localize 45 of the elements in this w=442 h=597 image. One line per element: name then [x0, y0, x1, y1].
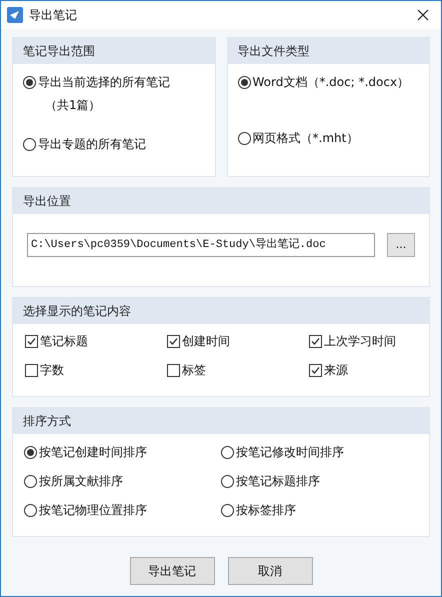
radio-button[interactable] [24, 504, 37, 516]
checkbox[interactable] [167, 334, 180, 348]
option-label: 按标签排序 [236, 502, 296, 519]
option-label: Word文档（*.doc; *.docx） [252, 74, 410, 91]
option-label: 导出专题的所有笔记 [38, 136, 146, 153]
option-label: 按笔记创建时间排序 [39, 444, 147, 461]
option-note: （共1篇） [44, 97, 102, 114]
option-label: 创建时间 [182, 333, 230, 350]
group-title: 排序方式 [23, 413, 71, 430]
option-label: 网页格式（*.mht） [252, 130, 358, 147]
radio-button[interactable] [24, 446, 37, 458]
checkbox[interactable] [25, 334, 38, 348]
option-label: 按笔记修改时间排序 [236, 444, 344, 461]
radio-button[interactable] [238, 76, 250, 88]
checkbox[interactable] [25, 364, 38, 376]
option-label: 按笔记物理位置排序 [39, 502, 147, 519]
browse-button[interactable]: ... [387, 233, 415, 257]
path-field[interactable]: C:\Users\pc0359\Documents\E-Study\导出笔记.doc [27, 233, 375, 257]
export-button[interactable]: 导出笔记 [130, 557, 214, 585]
radio-button[interactable] [23, 138, 36, 150]
option-label: 上次学习时间 [324, 333, 396, 350]
radio-button[interactable] [221, 474, 234, 488]
checkbox[interactable] [167, 364, 180, 376]
option-label: 按笔记标题排序 [236, 473, 320, 490]
option-label: 标签 [182, 362, 206, 379]
radio-button[interactable] [24, 474, 37, 488]
group-title: 笔记导出范围 [23, 43, 95, 60]
app-icon [7, 7, 23, 23]
group-title: 导出位置 [23, 193, 71, 210]
checkbox[interactable] [309, 334, 322, 348]
option-label: 按所属文献排序 [39, 473, 123, 490]
option-label: 来源 [324, 362, 348, 379]
group-title: 导出文件类型 [238, 43, 310, 60]
radio-button[interactable] [221, 446, 234, 458]
window-title: 导出笔记 [29, 7, 77, 24]
checkbox[interactable] [309, 364, 322, 376]
option-label: 导出当前选择的所有笔记 [38, 74, 170, 91]
radio-button[interactable] [23, 76, 36, 88]
close-icon[interactable] [417, 9, 429, 21]
cancel-button[interactable]: 取消 [228, 557, 312, 585]
radio-button[interactable] [238, 132, 250, 144]
group-title: 选择显示的笔记内容 [23, 303, 131, 320]
radio-button[interactable] [221, 504, 234, 516]
option-label: 笔记标题 [40, 333, 88, 350]
option-label: 字数 [40, 362, 64, 379]
